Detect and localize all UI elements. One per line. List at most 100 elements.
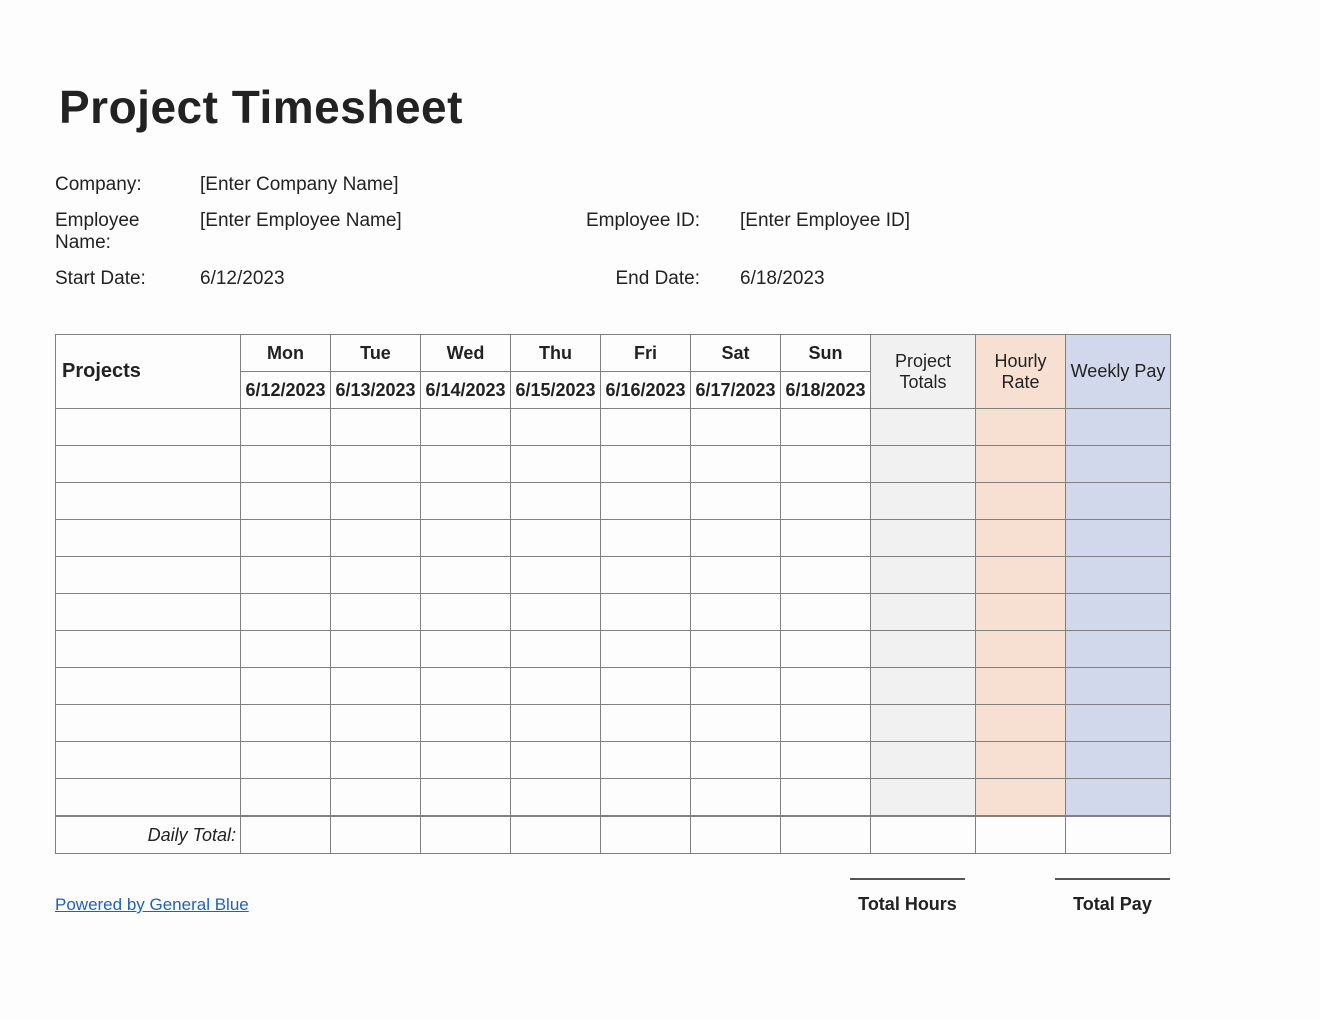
hours-cell[interactable] [601, 742, 691, 779]
hours-cell[interactable] [511, 409, 601, 446]
project-total-cell[interactable] [871, 742, 976, 779]
project-total-cell[interactable] [871, 446, 976, 483]
hours-cell[interactable] [241, 557, 331, 594]
project-name-cell[interactable] [56, 594, 241, 631]
hours-cell[interactable] [691, 557, 781, 594]
project-name-cell[interactable] [56, 409, 241, 446]
hours-cell[interactable] [331, 631, 421, 668]
hours-cell[interactable] [241, 409, 331, 446]
hours-cell[interactable] [781, 631, 871, 668]
hours-cell[interactable] [781, 742, 871, 779]
employee-id-value[interactable]: [Enter Employee ID] [740, 210, 1020, 232]
hours-cell[interactable] [781, 557, 871, 594]
end-date-value[interactable]: 6/18/2023 [740, 268, 1020, 290]
hours-cell[interactable] [601, 446, 691, 483]
hours-cell[interactable] [511, 742, 601, 779]
hours-cell[interactable] [781, 779, 871, 816]
hours-cell[interactable] [511, 483, 601, 520]
hourly-rate-cell[interactable] [976, 742, 1066, 779]
hours-cell[interactable] [781, 520, 871, 557]
project-name-cell[interactable] [56, 520, 241, 557]
hours-cell[interactable] [421, 594, 511, 631]
hours-cell[interactable] [691, 705, 781, 742]
hours-cell[interactable] [331, 779, 421, 816]
hours-cell[interactable] [331, 594, 421, 631]
hours-cell[interactable] [781, 409, 871, 446]
hours-cell[interactable] [241, 446, 331, 483]
hours-cell[interactable] [421, 668, 511, 705]
company-value[interactable]: [Enter Company Name] [200, 174, 570, 196]
hours-cell[interactable] [601, 557, 691, 594]
hourly-rate-cell[interactable] [976, 483, 1066, 520]
project-total-cell[interactable] [871, 705, 976, 742]
hourly-rate-cell[interactable] [976, 446, 1066, 483]
hours-cell[interactable] [511, 668, 601, 705]
hours-cell[interactable] [241, 594, 331, 631]
hours-cell[interactable] [421, 779, 511, 816]
hours-cell[interactable] [331, 520, 421, 557]
hours-cell[interactable] [241, 520, 331, 557]
project-total-cell[interactable] [871, 779, 976, 816]
hours-cell[interactable] [421, 557, 511, 594]
hours-cell[interactable] [241, 779, 331, 816]
hours-cell[interactable] [781, 446, 871, 483]
hours-cell[interactable] [241, 742, 331, 779]
hours-cell[interactable] [421, 520, 511, 557]
hours-cell[interactable] [601, 668, 691, 705]
project-name-cell[interactable] [56, 705, 241, 742]
hours-cell[interactable] [331, 557, 421, 594]
project-name-cell[interactable] [56, 446, 241, 483]
hours-cell[interactable] [241, 631, 331, 668]
hours-cell[interactable] [511, 594, 601, 631]
hours-cell[interactable] [421, 742, 511, 779]
project-name-cell[interactable] [56, 779, 241, 816]
hours-cell[interactable] [241, 483, 331, 520]
hours-cell[interactable] [421, 705, 511, 742]
hours-cell[interactable] [241, 705, 331, 742]
project-total-cell[interactable] [871, 409, 976, 446]
project-name-cell[interactable] [56, 742, 241, 779]
hours-cell[interactable] [601, 631, 691, 668]
hours-cell[interactable] [511, 446, 601, 483]
hours-cell[interactable] [511, 557, 601, 594]
hours-cell[interactable] [511, 520, 601, 557]
hours-cell[interactable] [601, 409, 691, 446]
project-total-cell[interactable] [871, 631, 976, 668]
hourly-rate-cell[interactable] [976, 779, 1066, 816]
hours-cell[interactable] [691, 520, 781, 557]
hours-cell[interactable] [421, 409, 511, 446]
project-name-cell[interactable] [56, 483, 241, 520]
project-total-cell[interactable] [871, 594, 976, 631]
project-name-cell[interactable] [56, 668, 241, 705]
hours-cell[interactable] [331, 446, 421, 483]
hourly-rate-cell[interactable] [976, 557, 1066, 594]
project-total-cell[interactable] [871, 557, 976, 594]
hours-cell[interactable] [601, 779, 691, 816]
hours-cell[interactable] [331, 705, 421, 742]
hours-cell[interactable] [421, 631, 511, 668]
project-total-cell[interactable] [871, 668, 976, 705]
hourly-rate-cell[interactable] [976, 520, 1066, 557]
hours-cell[interactable] [691, 631, 781, 668]
hourly-rate-cell[interactable] [976, 409, 1066, 446]
hours-cell[interactable] [421, 483, 511, 520]
hours-cell[interactable] [781, 705, 871, 742]
hours-cell[interactable] [601, 705, 691, 742]
employee-name-value[interactable]: [Enter Employee Name] [200, 210, 570, 232]
hourly-rate-cell[interactable] [976, 705, 1066, 742]
hours-cell[interactable] [331, 668, 421, 705]
hours-cell[interactable] [781, 594, 871, 631]
hours-cell[interactable] [601, 594, 691, 631]
hours-cell[interactable] [331, 409, 421, 446]
hourly-rate-cell[interactable] [976, 668, 1066, 705]
project-name-cell[interactable] [56, 631, 241, 668]
hours-cell[interactable] [511, 631, 601, 668]
hours-cell[interactable] [241, 668, 331, 705]
hours-cell[interactable] [781, 668, 871, 705]
project-name-cell[interactable] [56, 557, 241, 594]
hourly-rate-cell[interactable] [976, 594, 1066, 631]
powered-by-link[interactable]: Powered by General Blue [55, 895, 249, 915]
hours-cell[interactable] [601, 483, 691, 520]
hours-cell[interactable] [421, 446, 511, 483]
hours-cell[interactable] [781, 483, 871, 520]
